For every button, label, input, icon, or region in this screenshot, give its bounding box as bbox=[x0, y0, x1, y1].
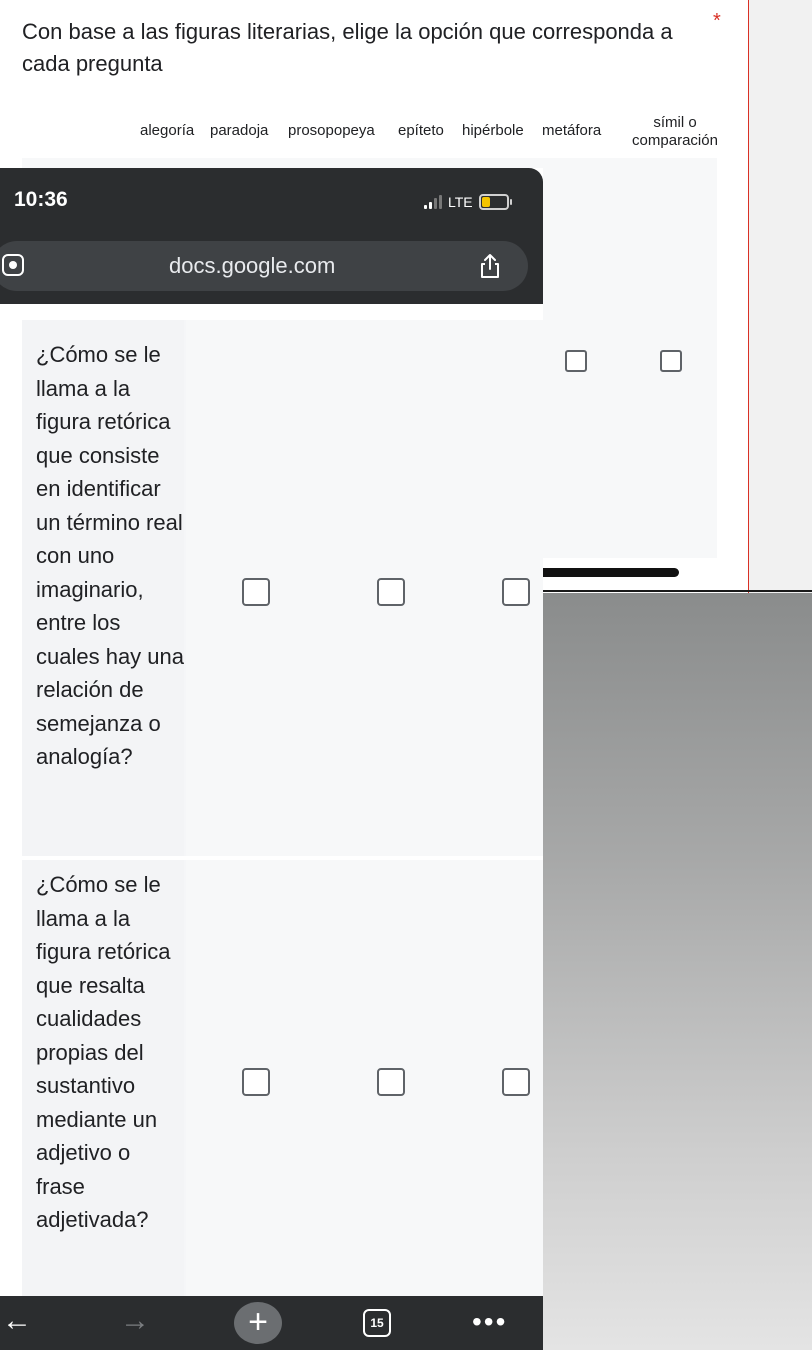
url-bar[interactable]: docs.google.com bbox=[0, 241, 528, 291]
grid-row-1: ¿Cómo se le llama a la figura retórica q… bbox=[22, 320, 543, 856]
plus-icon[interactable]: + bbox=[234, 1302, 282, 1344]
more-icon[interactable]: ••• bbox=[472, 1308, 507, 1336]
question-title: Con base a las figuras literarias, elige… bbox=[22, 19, 673, 76]
overlay-bar bbox=[543, 568, 679, 577]
overlay-line bbox=[543, 590, 812, 592]
column-header-alegoria: alegoría bbox=[140, 122, 195, 139]
background-panel bbox=[748, 0, 812, 593]
row-1-options bbox=[186, 320, 543, 856]
signal-icon bbox=[424, 195, 442, 209]
checkbox-row2-prosopopeya[interactable] bbox=[502, 1068, 530, 1096]
column-header-epiteto: epíteto bbox=[398, 122, 444, 139]
lens-icon[interactable] bbox=[2, 254, 24, 276]
row-label-1: ¿Cómo se le llama a la figura retórica q… bbox=[22, 320, 184, 856]
checkbox-row1-alegoria[interactable] bbox=[242, 578, 270, 606]
tabs-icon[interactable]: 15 bbox=[363, 1309, 391, 1337]
network-label: LTE bbox=[448, 194, 473, 210]
browser-toolbar: ← → + 15 ••• bbox=[0, 1296, 543, 1350]
row-label-2: ¿Cómo se le llama a la figura retórica q… bbox=[22, 860, 184, 1296]
forward-arrow-icon[interactable]: → bbox=[120, 1306, 150, 1336]
status-time: 10:36 bbox=[14, 188, 68, 211]
row-2-options bbox=[186, 860, 543, 1296]
form-content: ¿Cómo se le llama a la figura retórica q… bbox=[0, 304, 543, 1296]
margin-line bbox=[748, 0, 749, 593]
grid-column-headers: alegoría paradoja prosopopeya epíteto hi… bbox=[140, 114, 740, 160]
checkbox-row1-paradoja[interactable] bbox=[377, 578, 405, 606]
checkbox-row1-simil[interactable] bbox=[660, 350, 682, 372]
column-header-simil: símil o comparación bbox=[620, 114, 730, 150]
browser-header: 10:36 LTE docs.google.com bbox=[0, 168, 543, 304]
battery-icon bbox=[478, 194, 512, 210]
checkbox-row1-prosopopeya[interactable] bbox=[502, 578, 530, 606]
column-header-simil-line1: símil o bbox=[653, 114, 697, 131]
column-header-metafora: metáfora bbox=[542, 122, 602, 139]
url-text[interactable]: docs.google.com bbox=[169, 253, 335, 279]
column-header-paradoja: paradoja bbox=[210, 122, 269, 139]
column-header-prosopopeya: prosopopeya bbox=[288, 122, 375, 139]
phone-screenshot: 10:36 LTE docs.google.com ¿Cómo se le ll… bbox=[0, 168, 543, 1350]
column-header-hiperbole: hipérbole bbox=[462, 122, 524, 139]
status-indicators: LTE bbox=[424, 194, 512, 210]
column-header-simil-line2: comparación bbox=[632, 132, 718, 149]
grid-row-2: ¿Cómo se le llama a la figura retórica q… bbox=[22, 860, 543, 1296]
checkbox-row2-paradoja[interactable] bbox=[377, 1068, 405, 1096]
required-asterisk: * bbox=[713, 10, 721, 32]
checkbox-row1-metafora[interactable] bbox=[565, 350, 587, 372]
checkbox-row2-alegoria[interactable] bbox=[242, 1068, 270, 1096]
share-icon[interactable] bbox=[478, 252, 502, 280]
back-arrow-icon[interactable]: ← bbox=[2, 1306, 32, 1336]
gray-overlay-panel bbox=[543, 593, 812, 1350]
